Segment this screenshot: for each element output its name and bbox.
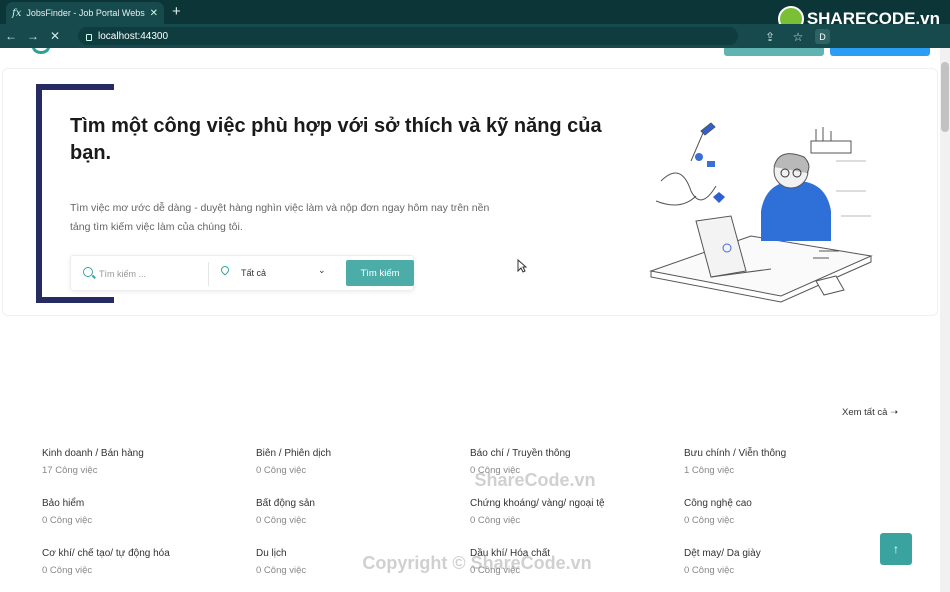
- divider: [208, 262, 209, 286]
- category-name: Công nghệ cao: [684, 498, 752, 509]
- category-item[interactable]: Bảo hiểm 0 Công việc: [42, 498, 256, 526]
- hero-title: Tìm một công việc phù hợp với sở thích v…: [70, 115, 602, 164]
- job-search-bar: Tất cả ⌄ Tìm kiếm: [70, 255, 414, 291]
- tab-title: JobsFinder - Job Portal Website T: [26, 8, 145, 18]
- scrollbar-thumb[interactable]: [941, 62, 949, 132]
- close-icon[interactable]: ✕: [150, 8, 158, 19]
- forward-icon[interactable]: →: [22, 29, 44, 43]
- tab-favicon-icon: fx: [12, 7, 22, 19]
- address-bar: ← → ✕ localhost:44300 ⇪ ☆ D: [0, 24, 950, 48]
- browser-tab[interactable]: fx JobsFinder - Job Portal Website T ✕: [6, 2, 164, 24]
- chevron-down-icon[interactable]: ⌄: [318, 265, 326, 276]
- search-input[interactable]: [99, 265, 203, 283]
- arrow-up-icon: ↑: [893, 542, 899, 556]
- category-name: Bảo hiểm: [42, 498, 85, 509]
- lock-icon: [86, 33, 92, 41]
- hero-illustration: [649, 122, 873, 303]
- category-job-count: 0 Công việc: [256, 515, 307, 526]
- header-button-1[interactable]: [724, 48, 824, 56]
- browser-tab-strip: fx JobsFinder - Job Portal Website T ✕ +…: [0, 0, 950, 32]
- category-name: Biên / Phiên dịch: [256, 448, 332, 459]
- see-all-label: Xem tất cả: [842, 407, 888, 418]
- share-icon[interactable]: ⇪: [759, 30, 781, 44]
- toolbar-icons: ⇪ ☆ D: [759, 29, 830, 44]
- url-field[interactable]: localhost:44300: [78, 27, 738, 45]
- site-logo-icon[interactable]: [32, 48, 50, 54]
- category-name: Kinh doanh / Bán hàng: [42, 448, 144, 459]
- arrow-right-icon: ➝: [890, 407, 899, 418]
- see-all-link[interactable]: Xem tất cả ➝: [842, 407, 898, 418]
- header-button-2[interactable]: [830, 48, 930, 56]
- watermark-bottom: Copyright © ShareCode.vn: [362, 553, 592, 573]
- category-job-count: 0 Công việc: [470, 515, 521, 526]
- star-icon[interactable]: ☆: [787, 30, 809, 44]
- category-job-count: 0 Công việc: [684, 515, 735, 526]
- watermark-top: ShareCode.vn: [474, 470, 596, 490]
- category-job-count: 0 Công việc: [42, 515, 93, 526]
- category-name: Báo chí / Truyền thông: [470, 448, 571, 459]
- search-button[interactable]: Tìm kiếm: [346, 260, 414, 286]
- url-text: localhost:44300: [98, 30, 169, 42]
- category-name: Bất động sản: [256, 498, 315, 509]
- back-icon[interactable]: ←: [0, 29, 22, 43]
- mouse-cursor-icon: [517, 259, 527, 273]
- hero-section: Tìm một công việc phù hợp với sở thích v…: [2, 68, 938, 316]
- category-name: Chứng khoáng/ vàng/ ngoại tệ: [470, 498, 605, 509]
- scroll-to-top-button[interactable]: ↑: [880, 533, 912, 565]
- new-tab-button[interactable]: +: [172, 3, 181, 21]
- site-header: [0, 48, 940, 58]
- location-pin-icon: [219, 264, 231, 276]
- page: Tìm một công việc phù hợp với sở thích v…: [0, 48, 950, 592]
- category-item[interactable]: Chứng khoáng/ vàng/ ngoại tệ 0 Công việc: [470, 498, 684, 526]
- page-scrollbar[interactable]: [940, 48, 950, 592]
- category-item[interactable]: Bất động sản 0 Công việc: [256, 498, 470, 526]
- search-icon: [83, 267, 93, 277]
- category-item[interactable]: Công nghệ cao 0 Công việc: [684, 498, 898, 526]
- extension-d-icon[interactable]: D: [815, 29, 830, 44]
- hero-description: Tìm việc mơ ước dễ dàng - duyệt hàng ngh…: [70, 202, 490, 233]
- stop-loading-icon[interactable]: ✕: [44, 29, 66, 43]
- category-name: Bưu chính / Viễn thông: [684, 448, 787, 459]
